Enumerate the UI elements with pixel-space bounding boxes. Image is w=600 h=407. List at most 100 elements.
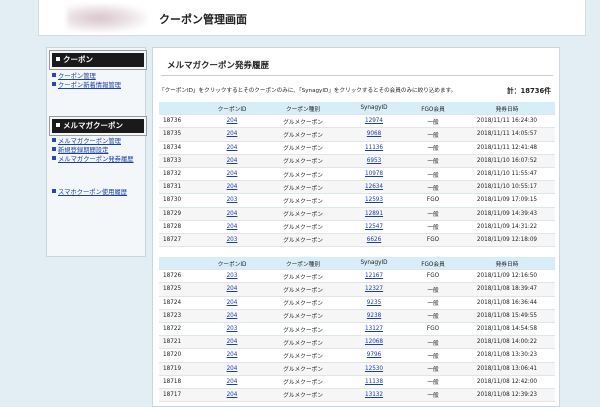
synagy-id-link[interactable]: 6953 [367,158,381,164]
coupon-id-cell: 203 [199,269,265,284]
issued-at-cell: 2018/11/08 15:49:55 [459,309,555,323]
column-header: 発券日時 [459,102,555,116]
fgo-member-cell: 一般 [407,309,459,323]
synagy-id-link[interactable]: 12891 [365,211,383,217]
coupon-type-cell: グルメクーポン [265,309,341,323]
synagy-id-link[interactable]: 12634 [365,184,383,190]
total-count: 計：18736件 [506,87,551,95]
synagy-id-link[interactable]: 9068 [367,131,381,137]
synagy-id-link[interactable]: 10978 [365,171,383,177]
row-number: 18734 [159,141,199,155]
synagy-id-link[interactable]: 12974 [365,118,383,124]
issued-at-cell: 2018/11/09 14:31:22 [459,220,555,234]
coupon-id-link[interactable]: 204 [227,118,238,124]
coupon-id-link[interactable]: 203 [227,237,238,243]
row-number: 18730 [159,193,199,208]
synagy-id-link[interactable]: 11136 [365,145,383,151]
coupon-id-cell: 204 [199,375,265,389]
synagy-id-link[interactable]: 12167 [365,273,383,279]
issued-at-cell: 2018/11/08 14:00:22 [459,335,555,350]
coupon-type-cell: グルメクーポン [265,167,341,182]
sidebar-link-coupon-manage[interactable]: クーポン管理 [52,72,147,81]
issued-at-cell: 2018/11/10 11:55:47 [459,167,555,182]
coupon-id-link[interactable]: 204 [227,300,238,306]
synagy-id-link[interactable]: 9238 [367,313,381,319]
issued-at-cell: 2018/11/10 16:07:52 [459,154,555,168]
coupon-id-link[interactable]: 204 [227,339,238,345]
sidebar-section-mailmag: メルマガクーポン [49,116,147,136]
coupon-id-cell: 203 [199,233,265,248]
coupon-id-link[interactable]: 203 [227,326,238,332]
synagy-id-link[interactable]: 9796 [367,352,381,358]
coupon-id-link[interactable]: 204 [227,286,238,292]
synagy-id-cell: 10978 [341,167,407,182]
coupon-type-cell: グルメクーポン [265,269,341,284]
sidebar-link-label: スマホクーポン使用履歴 [58,189,128,196]
fgo-member-cell: 一般 [407,207,459,221]
coupon-id-link[interactable]: 204 [227,131,238,137]
table-row: 18731 204 グルメクーポン 12634 一般 2018/11/10 10:55:1… [159,180,555,195]
coupon-id-link[interactable]: 204 [227,392,238,398]
coupon-id-link[interactable]: 204 [227,158,238,164]
sidebar-link-mailmag-history[interactable]: メルマガクーポン発券履歴 [52,155,147,164]
column-header: FGO会員 [407,257,459,271]
synagy-id-link[interactable]: 9235 [367,300,381,306]
issued-at-cell: 2018/11/08 18:39:47 [459,282,555,297]
coupon-type-cell: グルメクーポン [265,220,341,234]
fgo-member-cell: 一般 [407,375,459,389]
synagy-id-link[interactable]: 11138 [365,379,383,385]
row-number: 18723 [159,309,199,323]
synagy-id-link[interactable]: 12068 [365,339,383,345]
coupon-id-link[interactable]: 204 [227,184,238,190]
coupon-id-link[interactable]: 204 [227,224,238,230]
coupon-id-link[interactable]: 204 [227,171,238,177]
synagy-id-cell: 12891 [341,207,407,221]
column-header [159,102,199,116]
synagy-id-cell: 9235 [341,296,407,310]
column-header: クーポンID [199,257,265,271]
synagy-id-link[interactable]: 6626 [367,237,381,243]
coupon-id-cell: 204 [199,348,265,363]
issued-at-cell: 2018/11/09 14:39:43 [459,207,555,221]
table-row: 18736 204 グルメクーポン 12974 一般 2018/11/11 16:24:3… [159,114,555,129]
coupon-id-cell: 204 [199,207,265,221]
coupon-id-link[interactable]: 203 [227,197,238,203]
issued-at-cell: 2018/11/10 10:55:17 [459,180,555,195]
synagy-id-link[interactable]: 12593 [365,197,383,203]
sidebar-section-title: クーポン [63,55,93,64]
fgo-member-cell: FGO [407,269,459,284]
coupon-type-cell: グルメクーポン [265,362,341,376]
coupon-id-link[interactable]: 204 [227,313,238,319]
synagy-id-cell: 11136 [341,141,407,155]
synagy-id-link[interactable]: 13127 [365,326,383,332]
sidebar-link-coupon-news[interactable]: クーポン新着情報管理 [52,81,147,90]
coupon-id-link[interactable]: 204 [227,352,238,358]
coupon-id-link[interactable]: 204 [227,379,238,385]
synagy-id-link[interactable]: 13132 [365,392,383,398]
coupon-id-link[interactable]: 204 [227,366,238,372]
coupon-id-cell: 204 [199,335,265,350]
table-row: 18719 204 グルメクーポン 12530 一般 2018/11/08 13:06:4… [159,362,555,376]
sidebar-link-smartphone-history[interactable]: スマホクーポン使用履歴 [52,188,147,197]
column-header [159,257,199,271]
coupon-id-cell: 204 [199,309,265,323]
synagy-id-link[interactable]: 12547 [365,224,383,230]
table-row: 18730 203 グルメクーポン 12593 FGO 2018/11/09 17:09:… [159,193,555,208]
sidebar-link-mailmag-manage[interactable]: メルマガクーポン管理 [52,137,147,146]
sidebar-extra: スマホクーポン使用履歴 [52,188,147,197]
sidebar-link-registration-period[interactable]: 新規登録期間設定 [52,146,147,155]
coupon-id-link[interactable]: 204 [227,145,238,151]
synagy-id-link[interactable]: 12327 [365,286,383,292]
issued-at-cell: 2018/11/09 12:16:50 [459,269,555,284]
coupon-id-cell: 204 [199,362,265,376]
coupon-id-link[interactable]: 203 [227,273,238,279]
row-number: 18736 [159,114,199,129]
column-header: 発券日時 [459,257,555,271]
page-title: クーポン管理画面 [159,13,247,26]
synagy-id-link[interactable]: 12530 [365,366,383,372]
synagy-id-cell: 6626 [341,233,407,248]
section-title: メルマガクーポン発券履歴 [161,56,553,76]
coupon-id-link[interactable]: 204 [227,211,238,217]
history-table-2: クーポンID クーポン種別 SynagyID FGO会員 発券日時 18726 203 グル… [159,257,555,403]
column-header: FGO会員 [407,102,459,116]
